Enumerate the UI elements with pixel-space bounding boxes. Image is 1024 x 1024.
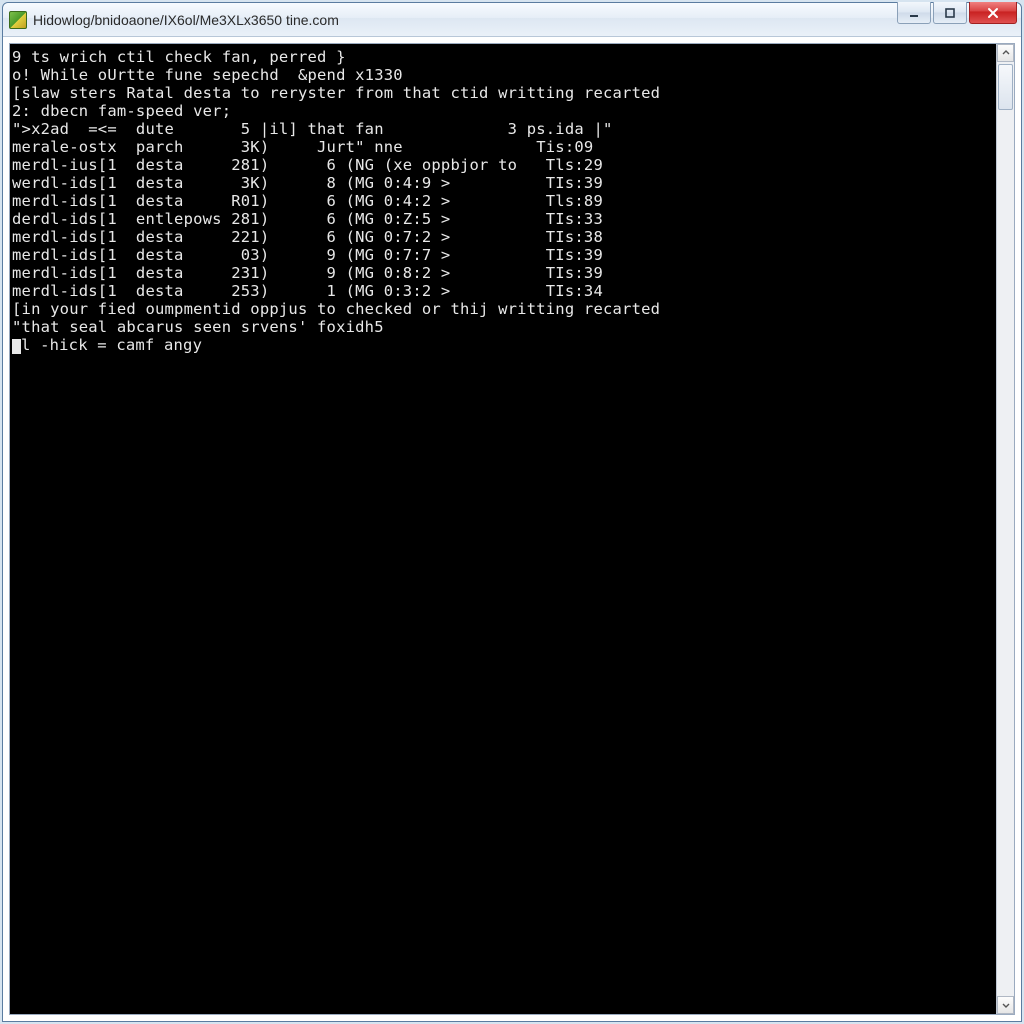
app-icon: [9, 11, 27, 29]
minimize-button[interactable]: [897, 2, 931, 24]
terminal-line: [slaw sters Ratal desta to reryster from…: [12, 84, 1012, 102]
window-controls: [897, 3, 1021, 36]
scroll-thumb[interactable]: [998, 64, 1013, 110]
app-window: Hidowlog/bnidoaone/IX6ol/Me3XLx3650 tine…: [2, 2, 1022, 1022]
terminal-line: merdl-ius[1 desta 281) 6 (NG (xe oppbjor…: [12, 156, 1012, 174]
terminal-prompt-line: l -hick = camf angy: [12, 336, 1012, 354]
terminal-line: ">x2ad =<= dute 5 |il] that fan 3 ps.ida…: [12, 120, 1012, 138]
titlebar[interactable]: Hidowlog/bnidoaone/IX6ol/Me3XLx3650 tine…: [3, 3, 1021, 37]
terminal-line: merdl-ids[1 desta 231) 9 (MG 0:8:2 > TIs…: [12, 264, 1012, 282]
maximize-button[interactable]: [933, 2, 967, 24]
terminal-line: derdl-ids[1 entlepows 281) 6 (MG 0:Z:5 >…: [12, 210, 1012, 228]
vertical-scrollbar[interactable]: [996, 44, 1014, 1014]
maximize-icon: [944, 7, 956, 19]
terminal-line: "that seal abcarus seen srvens' foxidh5: [12, 318, 1012, 336]
terminal-line: merdl-ids[1 desta 253) 1 (MG 0:3:2 > TIs…: [12, 282, 1012, 300]
terminal-line: merdl-ids[1 desta R01) 6 (MG 0:4:2 > Tls…: [12, 192, 1012, 210]
close-button[interactable]: [969, 2, 1017, 24]
terminal-line: merdl-ids[1 desta 03) 9 (MG 0:7:7 > TIs:…: [12, 246, 1012, 264]
cursor: [12, 339, 21, 354]
chevron-up-icon: [1002, 49, 1010, 57]
terminal-line: 2: dbecn fam-speed ver;: [12, 102, 1012, 120]
terminal-line: werdl-ids[1 desta 3K) 8 (MG 0:4:9 > TIs:…: [12, 174, 1012, 192]
terminal-line: merdl-ids[1 desta 221) 6 (NG 0:7:2 > TIs…: [12, 228, 1012, 246]
scroll-down-button[interactable]: [997, 996, 1014, 1014]
scroll-up-button[interactable]: [997, 44, 1014, 62]
minimize-icon: [908, 7, 920, 19]
terminal-line: merale-ostx parch 3K) Jurt" nne Tis:09: [12, 138, 1012, 156]
chevron-down-icon: [1002, 1001, 1010, 1009]
window-title: Hidowlog/bnidoaone/IX6ol/Me3XLx3650 tine…: [33, 12, 339, 28]
scroll-track[interactable]: [997, 62, 1014, 996]
terminal-line: 9 ts wrich ctil check fan, perred }: [12, 48, 1012, 66]
terminal-output[interactable]: 9 ts wrich ctil check fan, perred }o! Wh…: [10, 44, 1014, 1014]
terminal-line: o! While oUrtte fune sepechd &pend x1330: [12, 66, 1012, 84]
client-area: 9 ts wrich ctil check fan, perred }o! Wh…: [9, 43, 1015, 1015]
terminal-line: [in your fied oumpmentid oppjus to check…: [12, 300, 1012, 318]
close-icon: [986, 6, 1000, 20]
